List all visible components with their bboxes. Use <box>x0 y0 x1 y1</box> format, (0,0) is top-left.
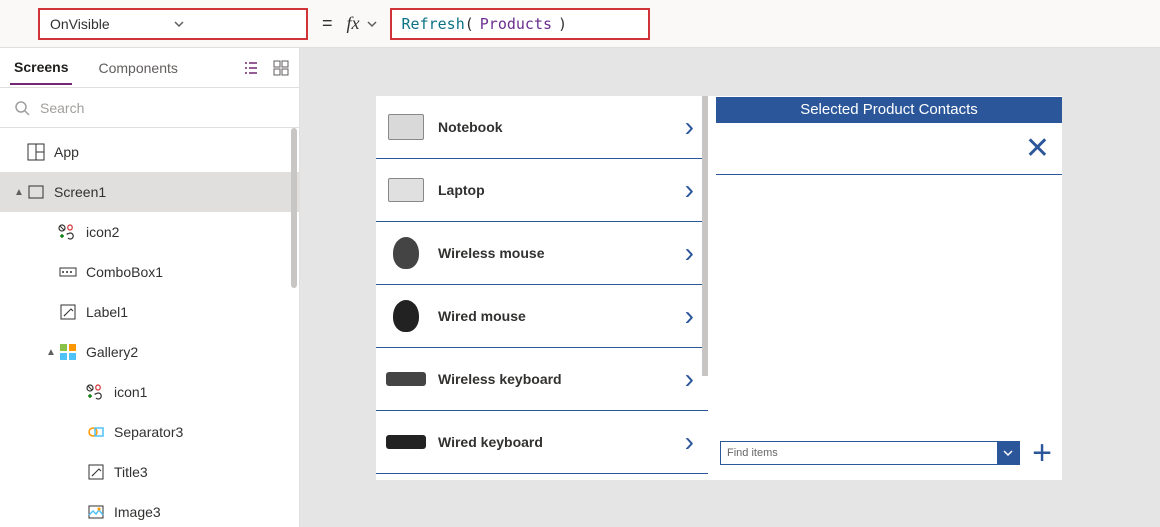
chevron-down-icon[interactable] <box>997 442 1019 464</box>
detail-footer: Find items + <box>716 436 1062 480</box>
tree-item-image3[interactable]: Image3 <box>0 492 299 527</box>
fx-label: fx <box>347 13 360 34</box>
chevron-right-icon[interactable]: › <box>685 237 698 269</box>
image-icon <box>86 503 106 521</box>
tree-label: App <box>54 144 79 160</box>
grid-view-icon[interactable] <box>273 60 289 76</box>
canvas-area: Notebook › Laptop › Wireless mouse › Wir… <box>300 48 1160 527</box>
gallery-item[interactable]: Wired keyboard › <box>376 411 708 474</box>
icon-control-icon <box>58 224 78 240</box>
list-view-icon[interactable] <box>243 60 259 76</box>
tree-label: Gallery2 <box>86 344 138 360</box>
gallery-item[interactable]: Notebook › <box>376 96 708 159</box>
tree-item-title3[interactable]: Title3 <box>0 452 299 492</box>
icon-control-icon <box>86 384 106 400</box>
add-icon[interactable]: + <box>1032 436 1052 470</box>
formula-function: Refresh <box>402 15 465 33</box>
tree-item-label1[interactable]: Label1 <box>0 292 299 332</box>
property-value: OnVisible <box>50 16 173 32</box>
detail-body <box>716 175 1062 436</box>
screen-icon <box>26 183 46 201</box>
gallery-item[interactable]: Wired mouse › <box>376 285 708 348</box>
product-label: Wireless keyboard <box>438 371 685 387</box>
tree-label: icon1 <box>114 384 147 400</box>
tab-label: Components <box>98 60 177 76</box>
formula-bar: OnVisible = fx Refresh ( Products ) <box>0 0 1160 48</box>
product-image <box>386 107 426 147</box>
formula-paren: ) <box>558 15 567 33</box>
app-icon <box>26 143 46 161</box>
gallery-icon <box>58 343 78 361</box>
tree-tabs: Screens Components <box>0 48 299 88</box>
search-input[interactable]: Search <box>0 88 299 128</box>
equals-sign: = <box>322 13 333 34</box>
combobox-find-items[interactable]: Find items <box>720 441 1020 465</box>
scrollbar[interactable] <box>702 96 708 376</box>
gallery-item[interactable]: Wireless keyboard › <box>376 348 708 411</box>
combobox-placeholder: Find items <box>721 447 997 459</box>
product-label: Wireless mouse <box>438 245 685 261</box>
tab-screens[interactable]: Screens <box>10 51 72 85</box>
tree-item-icon2[interactable]: icon2 <box>0 212 299 252</box>
tree-label: Label1 <box>86 304 128 320</box>
caret-down-icon[interactable]: ▲ <box>44 347 58 358</box>
chevron-down-icon[interactable] <box>366 18 378 30</box>
gallery[interactable]: Notebook › Laptop › Wireless mouse › Wir… <box>376 96 708 480</box>
tree-item-separator3[interactable]: Separator3 <box>0 412 299 452</box>
tree-label: Title3 <box>114 464 148 480</box>
tab-label: Screens <box>14 59 68 75</box>
formula-argument: Products <box>480 15 552 33</box>
product-image <box>386 296 426 336</box>
product-label: Laptop <box>438 182 685 198</box>
label-icon <box>58 303 78 321</box>
property-dropdown[interactable]: OnVisible <box>38 8 308 40</box>
caret-down-icon[interactable]: ▲ <box>12 187 26 198</box>
chevron-right-icon[interactable]: › <box>685 426 698 458</box>
formula-paren: ( <box>465 15 474 33</box>
product-image <box>386 422 426 462</box>
main-layout: Screens Components Search <box>0 48 1160 527</box>
tree-item-combobox1[interactable]: ComboBox1 <box>0 252 299 292</box>
tree-item-icon1[interactable]: icon1 <box>0 372 299 412</box>
product-image <box>386 359 426 399</box>
label-icon <box>86 463 106 481</box>
chevron-right-icon[interactable]: › <box>685 363 698 395</box>
tab-components[interactable]: Components <box>94 52 181 84</box>
scrollbar[interactable] <box>291 128 297 288</box>
tree-label: ComboBox1 <box>86 264 163 280</box>
tree-label: Screen1 <box>54 184 106 200</box>
tree-item-app[interactable]: App <box>0 132 299 172</box>
tree-panel: Screens Components Search <box>0 48 300 527</box>
detail-topbar: ✕ <box>716 123 1062 175</box>
gallery-item[interactable]: Laptop › <box>376 159 708 222</box>
chevron-right-icon[interactable]: › <box>685 111 698 143</box>
combobox-icon <box>58 265 78 279</box>
detail-header: Selected Product Contacts <box>716 97 1062 123</box>
tree-view: App ▲ Screen1 ic <box>0 128 299 527</box>
separator-icon <box>86 423 106 441</box>
tree-label: Separator3 <box>114 424 183 440</box>
chevron-right-icon[interactable]: › <box>685 300 698 332</box>
tree-label: Image3 <box>114 504 161 520</box>
tree-item-gallery2[interactable]: ▲ Gallery2 <box>0 332 299 372</box>
search-placeholder: Search <box>40 100 84 116</box>
chevron-down-icon <box>173 18 296 30</box>
detail-pane: Selected Product Contacts ✕ Find items + <box>716 96 1062 480</box>
chevron-right-icon[interactable]: › <box>685 174 698 206</box>
search-icon <box>14 100 30 116</box>
formula-input[interactable]: Refresh ( Products ) <box>390 8 650 40</box>
product-label: Wired keyboard <box>438 434 685 450</box>
screen-canvas[interactable]: Notebook › Laptop › Wireless mouse › Wir… <box>376 96 1062 480</box>
close-icon[interactable]: ✕ <box>1025 131 1050 166</box>
product-label: Notebook <box>438 119 685 135</box>
tree-label: icon2 <box>86 224 119 240</box>
product-image <box>386 170 426 210</box>
gallery-item[interactable]: Wireless mouse › <box>376 222 708 285</box>
product-image <box>386 233 426 273</box>
tree-item-screen1[interactable]: ▲ Screen1 <box>0 172 299 212</box>
product-label: Wired mouse <box>438 308 685 324</box>
